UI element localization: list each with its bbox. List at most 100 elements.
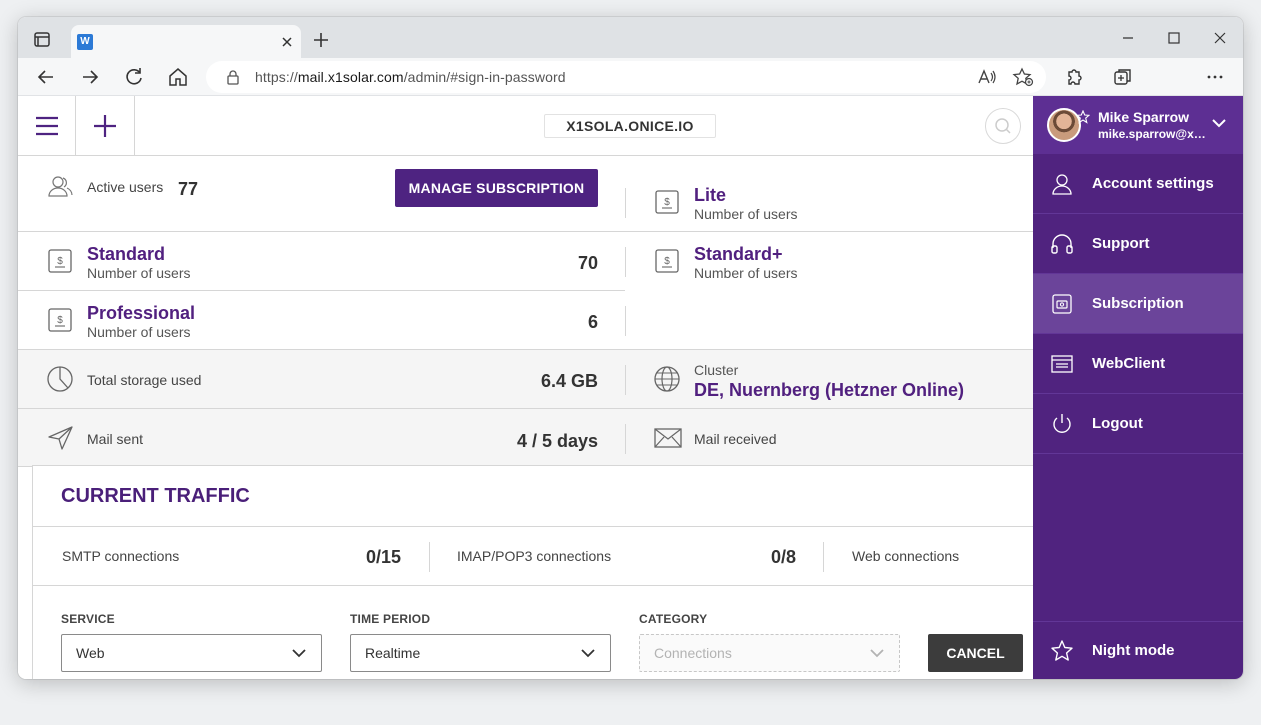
user-header[interactable]: Mike Sparrow mike.sparrow@x… xyxy=(1033,96,1243,154)
extensions-icon[interactable] xyxy=(1062,65,1086,89)
storage-value: 6.4 GB xyxy=(540,371,598,391)
chevron-down-icon[interactable] xyxy=(1211,117,1227,129)
menu-item-webclient[interactable]: WebClient xyxy=(1033,334,1243,394)
browser-tab[interactable]: W xyxy=(71,25,301,58)
divider xyxy=(18,231,1033,232)
menu-item-label: Support xyxy=(1092,235,1150,252)
time-period-select-value: Realtime xyxy=(365,645,421,661)
professional-plan-icon: $ xyxy=(47,307,73,333)
divider xyxy=(33,585,1048,586)
globe-icon xyxy=(653,365,681,393)
home-icon[interactable] xyxy=(166,65,190,89)
tab-close-icon[interactable] xyxy=(277,32,297,52)
standard-sub: Number of users xyxy=(87,265,191,281)
menu-item-account-settings[interactable]: Account settings xyxy=(1033,154,1243,214)
url-text[interactable]: https://mail.x1solar.com/admin/#sign-in-… xyxy=(255,69,566,85)
pie-chart-icon xyxy=(46,365,74,393)
lite-plan-icon: $ xyxy=(654,189,680,215)
category-label: CATEGORY xyxy=(639,612,708,626)
standard-title: Standard xyxy=(87,244,166,264)
night-mode-toggle[interactable]: Night mode xyxy=(1033,621,1243,679)
divider xyxy=(33,526,1048,527)
read-aloud-icon[interactable] xyxy=(976,67,998,87)
back-arrow-icon[interactable] xyxy=(34,65,58,89)
standard-plus-sub: Number of users xyxy=(694,265,798,281)
storage-label: Total storage used xyxy=(87,372,202,388)
chevron-down-icon xyxy=(291,647,307,659)
subscription-icon xyxy=(1050,292,1074,316)
app-header: X1SOLA.ONICE.IO xyxy=(18,96,1033,156)
minimize-icon[interactable] xyxy=(1115,27,1141,49)
service-select[interactable]: Web xyxy=(61,634,322,672)
lite-sub: Number of users xyxy=(694,206,798,222)
standard-plus-plan-icon: $ xyxy=(654,248,680,274)
svg-text:$: $ xyxy=(57,256,63,267)
svg-text:$: $ xyxy=(57,315,63,326)
divider xyxy=(625,188,626,218)
imap-value: 0/8 xyxy=(770,547,796,567)
envelope-icon xyxy=(654,428,682,448)
favorite-star-icon[interactable] xyxy=(1012,67,1034,87)
forward-arrow-icon[interactable] xyxy=(78,65,102,89)
admin-app: X1SOLA.ONICE.IO Active users 77 MANAGE S… xyxy=(18,96,1243,679)
mail-sent-value: 4 / 5 days xyxy=(516,431,598,451)
star-icon xyxy=(1050,639,1074,663)
headset-icon xyxy=(1050,232,1074,256)
divider xyxy=(625,247,626,277)
star-icon xyxy=(1076,110,1090,124)
menu-item-label: WebClient xyxy=(1092,355,1166,372)
divider xyxy=(823,542,824,572)
maximize-icon[interactable] xyxy=(1161,27,1187,49)
search-icon[interactable] xyxy=(985,108,1021,144)
service-select-value: Web xyxy=(76,645,105,661)
imap-label: IMAP/POP3 connections xyxy=(457,548,612,564)
row-mail: Mail sent 4 / 5 days Mail received xyxy=(18,408,1033,467)
tab-actions-icon[interactable] xyxy=(27,29,55,51)
collections-icon[interactable] xyxy=(1111,65,1135,89)
menu-item-support[interactable]: Support xyxy=(1033,214,1243,274)
cluster-value[interactable]: DE, Nuernberg (Hetzner Online) xyxy=(694,380,964,401)
browser-toolbar: https://mail.x1solar.com/admin/#sign-in-… xyxy=(18,58,1243,96)
refresh-icon[interactable] xyxy=(122,65,146,89)
side-menu: Mike Sparrow mike.sparrow@x… Account set… xyxy=(1033,96,1243,679)
user-name: Mike Sparrow xyxy=(1098,109,1190,125)
time-period-label: TIME PERIOD xyxy=(350,612,431,626)
row-storage: Total storage used 6.4 GB Cluster DE, Nu… xyxy=(18,349,1033,408)
cancel-button[interactable]: CANCEL xyxy=(928,634,1023,672)
divider xyxy=(625,365,626,395)
divider xyxy=(18,290,625,291)
menu-item-label: Subscription xyxy=(1092,295,1184,312)
lock-icon[interactable] xyxy=(225,69,241,85)
divider xyxy=(429,542,430,572)
menu-item-logout[interactable]: Logout xyxy=(1033,394,1243,454)
standard-plan-icon: $ xyxy=(47,248,73,274)
active-users-value: 77 xyxy=(178,179,199,199)
tab-strip: W xyxy=(18,17,1243,58)
lite-title: Lite xyxy=(694,185,727,205)
menu-item-subscription[interactable]: Subscription xyxy=(1033,274,1243,334)
close-window-icon[interactable] xyxy=(1207,27,1233,49)
menu-item-label: Account settings xyxy=(1092,175,1214,192)
power-icon xyxy=(1050,412,1074,436)
smtp-label: SMTP connections xyxy=(62,548,180,564)
add-plus-icon[interactable] xyxy=(76,96,135,156)
divider xyxy=(625,306,626,336)
domain-label: X1SOLA.ONICE.IO xyxy=(544,114,716,138)
hamburger-menu-icon[interactable] xyxy=(18,96,76,156)
professional-sub: Number of users xyxy=(87,324,191,340)
night-mode-label: Night mode xyxy=(1092,642,1175,659)
new-tab-button[interactable] xyxy=(310,29,332,51)
standard-plus-title: Standard+ xyxy=(694,244,783,264)
user-email: mike.sparrow@x… xyxy=(1098,127,1206,141)
more-options-icon[interactable] xyxy=(1203,65,1227,89)
standard-value: 70 xyxy=(577,253,598,273)
users-icon xyxy=(46,174,74,198)
paper-plane-icon xyxy=(47,425,75,451)
service-label: SERVICE xyxy=(61,612,115,626)
category-select[interactable]: Connections xyxy=(639,634,900,672)
manage-subscription-button[interactable]: MANAGE SUBSCRIPTION xyxy=(395,169,598,207)
current-traffic-panel: CURRENT TRAFFIC SMTP connections 0/15 IM… xyxy=(32,465,1048,679)
time-period-select[interactable]: Realtime xyxy=(350,634,611,672)
address-bar[interactable]: https://mail.x1solar.com/admin/#sign-in-… xyxy=(206,61,1046,93)
smtp-value: 0/15 xyxy=(365,547,401,567)
